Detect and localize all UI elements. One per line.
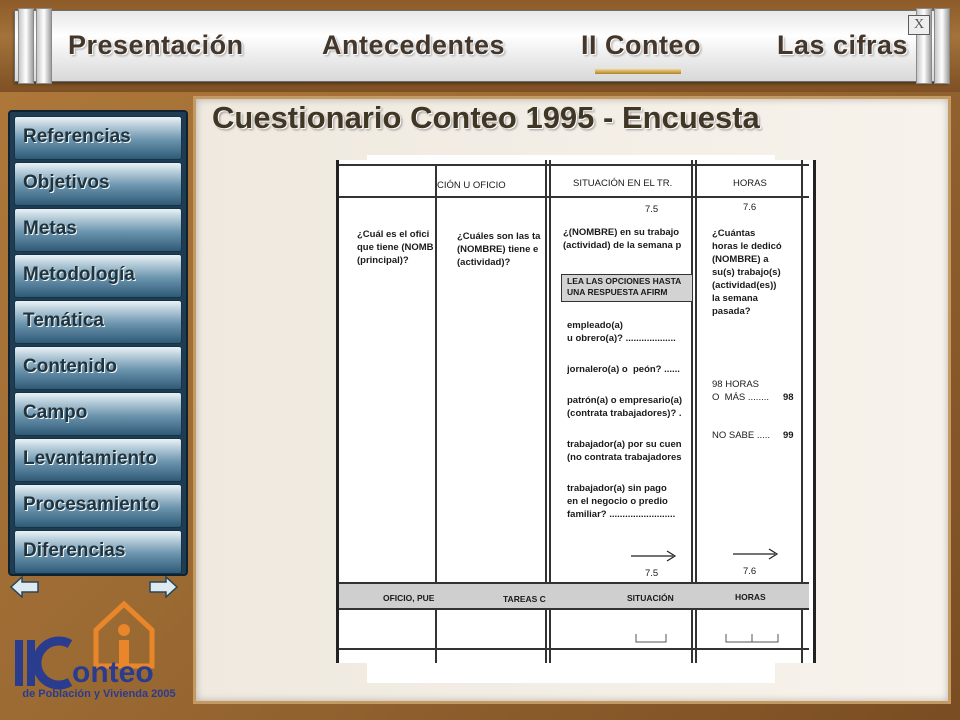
sidebar-item-label: Campo — [23, 402, 88, 423]
option-98-horas: 98 HORAS O MÁS ........ — [712, 379, 770, 403]
sidebar-item-label: Diferencias — [23, 540, 126, 561]
question-number: 7.5 — [645, 204, 659, 215]
option-sin-pago: trabajador(a) sin pago en el negocio o p… — [567, 483, 676, 520]
footer-label-horas: HORAS — [735, 592, 766, 602]
question-tareas: ¿Cuáles son las ta (NOMBRE) tiene e (act… — [457, 231, 541, 268]
question-oficio: ¿Cuál es el ofici que tiene (NOMB (princ… — [357, 229, 433, 266]
nav-tab-antecedentes[interactable]: Antecedentes — [322, 30, 505, 61]
previous-arrow-icon[interactable] — [10, 576, 40, 598]
code-box — [725, 634, 779, 643]
sidebar-item-diferencias[interactable]: Diferencias — [14, 530, 182, 574]
form-rule — [339, 196, 809, 198]
logo-wordmark: onteo — [72, 656, 154, 689]
page-title: Cuestionario Conteo 1995 - Encuesta — [212, 100, 760, 135]
form-rule — [339, 648, 809, 650]
form-rule — [339, 608, 809, 610]
sidebar-item-label: Levantamiento — [23, 448, 158, 469]
sidebar-item-levantamiento[interactable]: Levantamiento — [14, 438, 182, 482]
form-rule — [339, 164, 809, 166]
sidebar-item-label: Referencias — [23, 126, 131, 147]
sidebar-item-label: Metas — [23, 218, 77, 239]
footer-label-situacion: SITUACIÓN — [627, 593, 674, 603]
sidebar-item-tematica[interactable]: Temática — [14, 300, 182, 344]
questionnaire-image: CIÓN U OFICIO SITUACIÓN EN EL TR. HORAS … — [336, 160, 816, 663]
footer-label-oficio: OFICIO, PUE — [383, 593, 435, 603]
column-header-horas: HORAS — [733, 178, 767, 189]
logo-tagline: de Población y Vivienda 2005 — [22, 688, 176, 700]
right-pillar-decoration — [934, 8, 950, 84]
code-99: 99 — [783, 430, 794, 441]
question-number: 7.5 — [645, 568, 659, 579]
nav-tab-las-cifras[interactable]: Las cifras — [777, 30, 908, 61]
instruction-box: LEA LAS OPCIONES HASTA UNA RESPUESTA AFI… — [561, 274, 693, 302]
left-pillar-decoration — [36, 8, 52, 84]
footer-label-tareas: TAREAS C — [503, 594, 546, 604]
close-button[interactable]: X — [908, 15, 930, 35]
sidebar-item-metas[interactable]: Metas — [14, 208, 182, 252]
next-arrow-icon[interactable] — [148, 576, 178, 598]
question-number: 7.6 — [743, 202, 757, 213]
skip-arrow-icon — [733, 548, 779, 560]
option-empleado: empleado(a) u obrero(a)? ...............… — [567, 320, 676, 344]
sidebar-item-label: Procesamiento — [23, 494, 160, 515]
sidebar-item-contenido[interactable]: Contenido — [14, 346, 182, 390]
nav-tab-presentacion[interactable]: Presentación — [68, 30, 244, 61]
option-no-sabe: NO SABE ..... — [712, 430, 771, 441]
code-98: 98 — [783, 392, 794, 403]
option-patron: patrón(a) o empresario(a) (contrata trab… — [567, 395, 683, 419]
sidebar-item-procesamiento[interactable]: Procesamiento — [14, 484, 182, 528]
sidebar-item-label: Contenido — [23, 356, 117, 377]
form-rule — [339, 582, 809, 584]
question-number: 7.6 — [743, 566, 757, 577]
sidebar-menu: Referencias Objetivos Metas Metodología … — [8, 110, 188, 576]
column-header-situacion: SITUACIÓN EN EL TR. — [573, 178, 673, 189]
active-tab-indicator — [595, 69, 681, 74]
sidebar-item-metodologia[interactable]: Metodología — [14, 254, 182, 298]
option-cuenta-propia: trabajador(a) por su cuen (no contrata t… — [567, 439, 682, 463]
skip-arrow-icon — [631, 550, 677, 562]
nav-tab-ii-conteo[interactable]: II Conteo — [581, 30, 701, 61]
option-jornalero: jornalero(a) o peón? ...... — [567, 364, 680, 375]
sidebar-item-label: Temática — [23, 310, 104, 331]
code-box — [635, 634, 667, 643]
column-header-oficio: CIÓN U OFICIO — [437, 180, 506, 191]
instruction-text: LEA LAS OPCIONES HASTA UNA RESPUESTA AFI… — [567, 276, 682, 297]
sidebar-item-campo[interactable]: Campo — [14, 392, 182, 436]
left-pillar-decoration — [18, 8, 34, 84]
sidebar-item-label: Metodología — [23, 264, 135, 285]
sidebar-item-objetivos[interactable]: Objetivos — [14, 162, 182, 206]
sidebar-item-referencias[interactable]: Referencias — [14, 116, 182, 160]
question-horas: ¿Cuántas horas le dedicó (NOMBRE) a su(s… — [712, 228, 782, 317]
sidebar-item-label: Objetivos — [23, 172, 110, 193]
question-situacion: ¿(NOMBRE) en su trabajo (actividad) de l… — [563, 227, 682, 251]
